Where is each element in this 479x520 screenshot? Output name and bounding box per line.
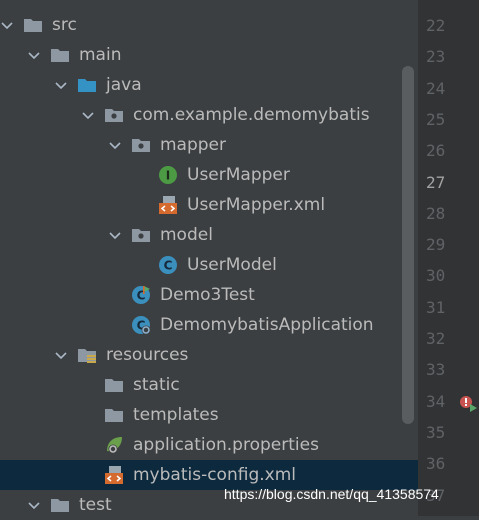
line-number: 26 [426,141,446,161]
tree-item[interactable]: application.properties [0,430,418,460]
tree-item-label: UserModel [187,255,277,275]
expand-arrow-icon[interactable] [27,48,41,62]
tree-item[interactable]: C UserModel [0,250,418,280]
svg-text:C: C [164,259,173,273]
line-number: 30 [426,266,446,286]
line-number: 35 [426,422,446,442]
line-number: 28 [426,203,446,223]
folder-icon [104,375,124,395]
folder-icon [50,45,70,65]
expand-arrow-icon[interactable] [0,18,14,32]
expand-arrow-icon[interactable] [81,108,95,122]
tree-item[interactable]: java [0,70,418,100]
expand-arrow-icon[interactable] [108,138,122,152]
tree-item-label: UserMapper [187,165,290,185]
package-icon [104,105,124,125]
tree-item-label: templates [133,405,219,425]
svg-text:I: I [166,169,170,183]
line-number: 31 [426,297,446,317]
tree-scrollbar[interactable] [402,66,414,424]
editor-gutter: 22 23 24 25 26 27 28 29 30 31 32 33 34 35 36 37 [418,0,479,516]
line-number: 25 [426,109,446,129]
run-gutter-icon[interactable] [458,394,478,414]
tree-item-label: UserMapper.xml [187,195,326,215]
line-number: 22 [426,16,446,35]
folder-icon [104,405,124,425]
tree-item[interactable]: src [0,10,418,40]
expand-arrow-icon[interactable] [54,78,68,92]
tree-item[interactable]: UserMapper.xml [0,190,418,220]
expand-arrow-icon[interactable] [108,228,122,242]
line-number: 27 [426,172,446,192]
line-number: 29 [426,235,446,255]
tree-item-label: test [79,495,112,515]
line-number: 23 [426,47,446,67]
tree-item[interactable]: mapper [0,130,418,160]
tree-item-label: DemomybatisApplication [160,315,374,335]
tree-item[interactable]: com.example.demomybatis [0,100,418,130]
expand-arrow-icon[interactable] [27,498,41,512]
tree-item-label: model [160,225,213,245]
folder-icon [50,495,70,515]
tree-item-label: mybatis-config.xml [133,465,296,485]
tree-item[interactable]: static [0,370,418,400]
line-number: 33 [426,360,446,380]
tree-item[interactable]: C DemomybatisApplication [0,310,418,340]
tree-item-label: com.example.demomybatis [133,105,370,125]
package-icon [131,225,151,245]
xml-file-icon [158,195,178,215]
tree-item-label: Demo3Test [160,285,255,305]
tree-item-label: main [79,45,122,65]
line-number: 34 [426,391,446,411]
tree-item[interactable]: I UserMapper [0,160,418,190]
line-number: 24 [426,78,446,98]
resources-folder-icon [77,345,97,365]
package-icon [131,135,151,155]
expand-arrow-icon[interactable] [54,348,68,362]
tree-item-label: mapper [160,135,227,155]
spring-boot-class-icon: C [131,315,151,335]
tree-item[interactable]: model [0,220,418,250]
source-folder-icon [77,75,97,95]
tree-item[interactable]: templates [0,400,418,430]
tree-item-label: java [106,75,142,95]
xml-file-icon [104,465,124,485]
tree-item-label: src [52,15,77,35]
watermark-text: https://blog.csdn.net/qq_41358574 [224,486,439,502]
tree-item[interactable]: C Demo3Test [0,280,418,310]
class-icon: C [158,255,178,275]
tree-item-label: resources [106,345,189,365]
interface-icon: I [158,165,178,185]
test-class-icon: C [131,285,151,305]
folder-icon [23,15,43,35]
tree-item-label: application.properties [133,435,319,455]
project-tree: src main java com.example.demomybatis mapper… [0,0,418,516]
tree-item-label: static [133,375,180,395]
line-number: 36 [426,454,446,474]
tree-item[interactable]: resources [0,340,418,370]
tree-item[interactable]: main [0,40,418,70]
line-number: 32 [426,329,446,348]
properties-file-icon [104,435,124,455]
